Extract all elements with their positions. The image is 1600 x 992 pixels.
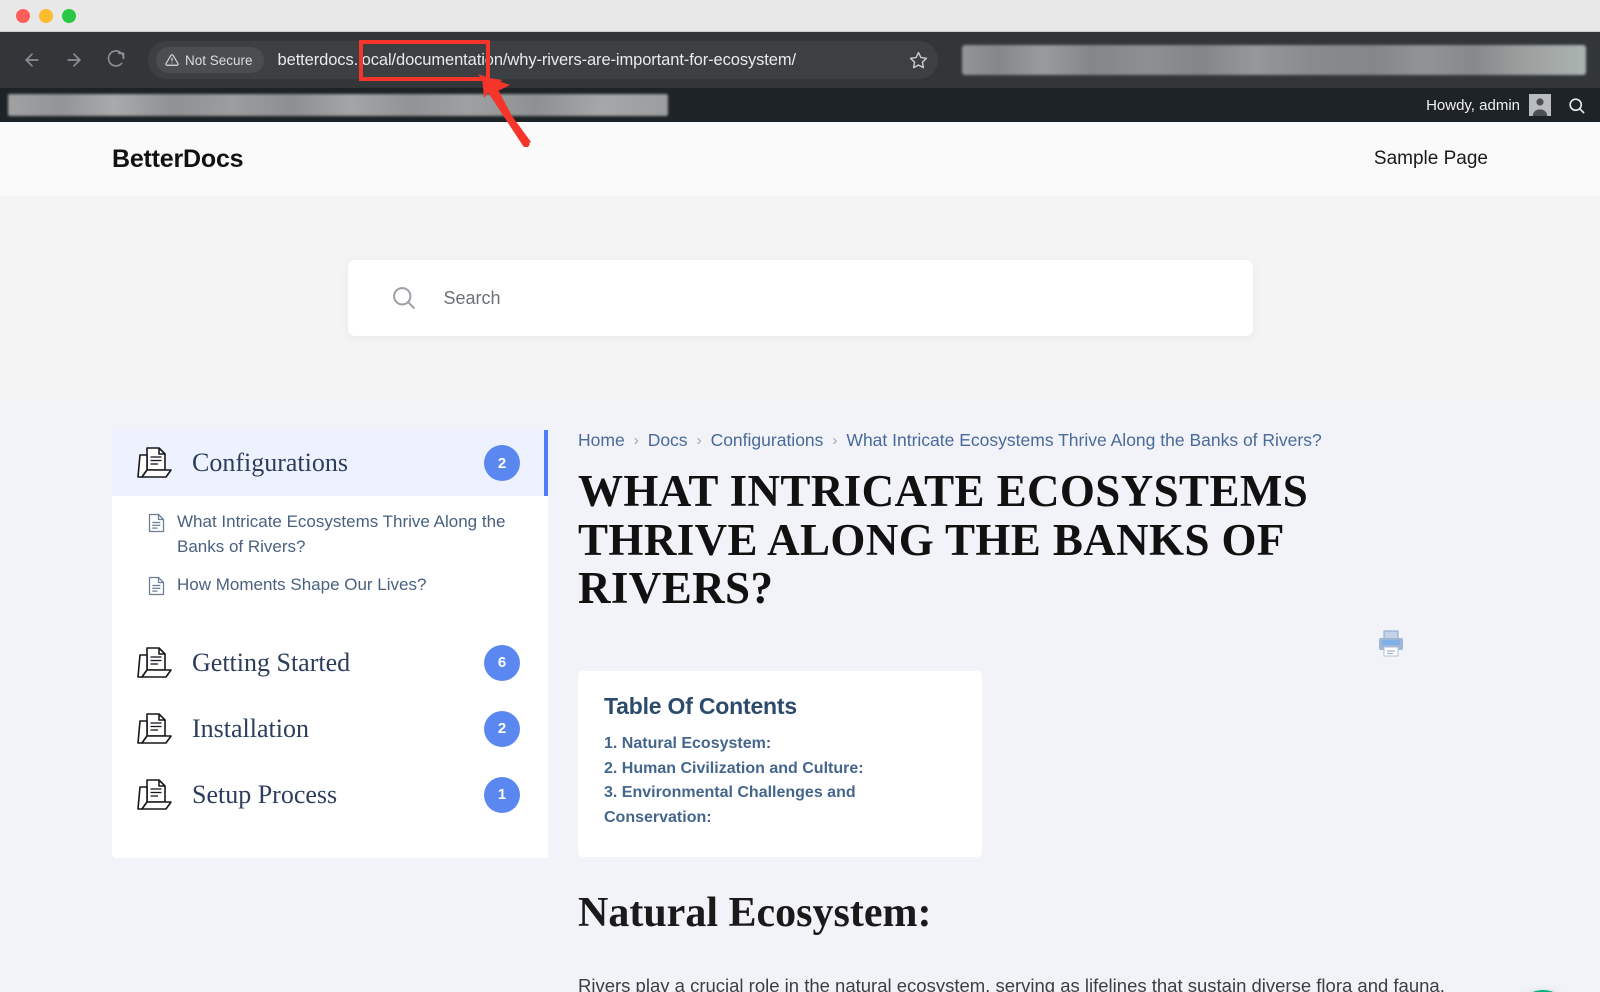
search-icon[interactable] [1567, 96, 1586, 115]
avatar [1529, 94, 1551, 116]
forward-arrow-icon[interactable] [56, 42, 92, 78]
folder-doc-icon [136, 646, 174, 680]
sidebar-category-count: 1 [484, 777, 520, 813]
url-text: betterdocs.local/documentation/why-river… [278, 51, 796, 70]
window-minimize-button[interactable] [39, 9, 53, 23]
folder-doc-icon [136, 778, 174, 812]
breadcrumb-item-current: What Intricate Ecosystems Thrive Along t… [846, 430, 1321, 451]
sidebar-category-setup-process[interactable]: Setup Process 1 [112, 762, 548, 828]
sidebar-category-getting-started[interactable]: Getting Started 6 [112, 630, 548, 696]
reload-icon[interactable] [98, 42, 134, 78]
document-icon [148, 513, 165, 533]
chevron-right-icon: › [697, 432, 702, 449]
sidebar-category-installation[interactable]: Installation 2 [112, 696, 548, 762]
back-arrow-icon[interactable] [14, 42, 50, 78]
warning-triangle-icon [165, 53, 179, 67]
main-content-area: Configurations 2 What Intricate Ecosyste… [0, 400, 1600, 992]
chevron-right-icon: › [634, 432, 639, 449]
document-icon [148, 576, 165, 596]
nav-item-sample-page[interactable]: Sample Page [1374, 148, 1488, 170]
window-close-button[interactable] [16, 9, 30, 23]
sidebar-doc-label: What Intricate Ecosystems Thrive Along t… [177, 510, 518, 559]
table-of-contents: Table Of Contents 1. Natural Ecosystem: … [578, 671, 982, 857]
site-header: BetterDocs Sample Page [0, 122, 1600, 196]
toc-item[interactable]: 3. Environmental Challenges and Conserva… [604, 781, 956, 831]
folder-doc-icon [136, 712, 174, 746]
breadcrumb-item-configurations[interactable]: Configurations [711, 430, 824, 451]
avatar-person-icon [1529, 94, 1551, 116]
sidebar-category-count: 2 [484, 445, 520, 481]
search-box[interactable] [348, 260, 1253, 336]
blurred-toolbar-region [962, 45, 1586, 75]
category-sidebar: Configurations 2 What Intricate Ecosyste… [112, 430, 548, 858]
browser-titlebar [0, 0, 1600, 32]
sidebar-doc-item[interactable]: What Intricate Ecosystems Thrive Along t… [148, 510, 518, 559]
search-icon [390, 284, 418, 312]
chevron-right-icon: › [832, 432, 837, 449]
page-title: WHAT INTRICATE ECOSYSTEMS THRIVE ALONG T… [578, 467, 1458, 613]
browser-toolbar: Not Secure betterdocs.local/documentatio… [0, 32, 1600, 88]
printer-icon[interactable] [1376, 629, 1406, 657]
sidebar-category-count: 6 [484, 645, 520, 681]
sidebar-category-label: Installation [192, 714, 484, 744]
sidebar-category-label: Setup Process [192, 780, 484, 810]
sidebar-doc-label: How Moments Shape Our Lives? [177, 573, 426, 598]
section-heading: Natural Ecosystem: [578, 889, 1488, 937]
toc-item[interactable]: 1. Natural Ecosystem: [604, 732, 956, 757]
hero-search-section [0, 196, 1600, 400]
toc-title: Table Of Contents [604, 693, 956, 720]
site-logo-title[interactable]: BetterDocs [112, 145, 243, 174]
blurred-adminbar-region [8, 94, 668, 116]
article-content: Home › Docs › Configurations › What Intr… [548, 430, 1488, 992]
folder-doc-icon [136, 446, 174, 480]
breadcrumb-item-docs[interactable]: Docs [648, 430, 688, 451]
print-row [578, 637, 1488, 671]
wordpress-admin-bar: Howdy, admin [0, 88, 1600, 122]
window-maximize-button[interactable] [62, 9, 76, 23]
star-icon[interactable] [901, 51, 928, 70]
account-menu[interactable]: Howdy, admin [1426, 94, 1551, 116]
sidebar-category-label: Configurations [192, 448, 484, 478]
security-status-label: Not Secure [185, 53, 253, 68]
sidebar-category-count: 2 [484, 711, 520, 747]
toc-item[interactable]: 2. Human Civilization and Culture: [604, 757, 956, 782]
body-paragraph: Rivers play a crucial role in the natura… [578, 971, 1458, 992]
security-status-badge[interactable]: Not Secure [156, 47, 264, 73]
address-bar[interactable]: Not Secure betterdocs.local/documentatio… [148, 41, 938, 79]
breadcrumb: Home › Docs › Configurations › What Intr… [578, 430, 1488, 451]
sidebar-doc-item[interactable]: How Moments Shape Our Lives? [148, 573, 518, 598]
search-input[interactable] [444, 288, 1144, 309]
howdy-label: Howdy, admin [1426, 97, 1520, 114]
sidebar-category-configurations[interactable]: Configurations 2 [112, 430, 548, 496]
breadcrumb-item-home[interactable]: Home [578, 430, 625, 451]
sidebar-category-label: Getting Started [192, 648, 484, 678]
sidebar-doc-list: What Intricate Ecosystems Thrive Along t… [112, 496, 548, 630]
